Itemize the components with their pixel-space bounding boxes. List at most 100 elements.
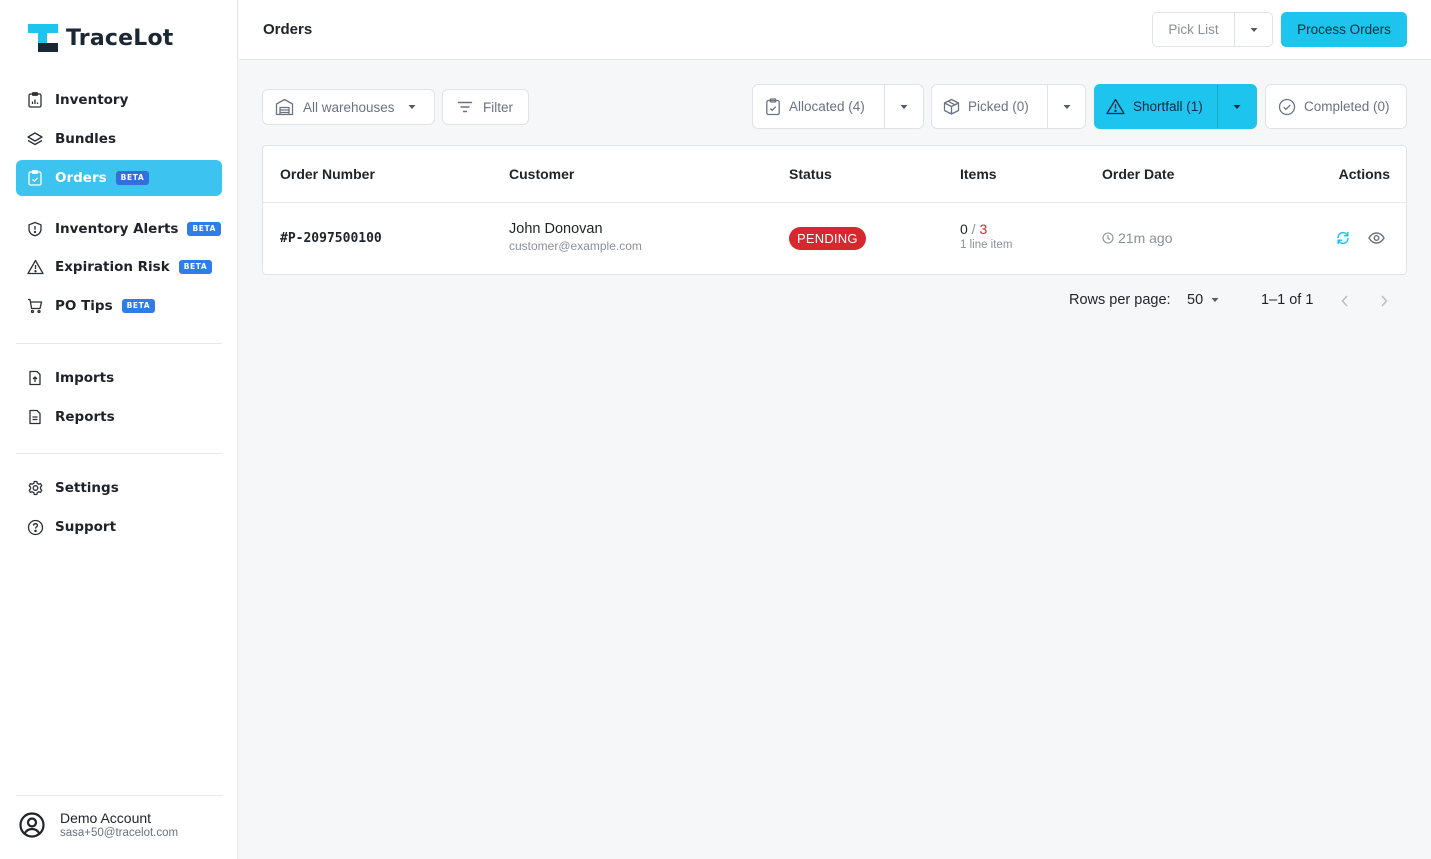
view-icon[interactable]	[1368, 232, 1385, 244]
caret-down-icon	[1233, 104, 1241, 109]
sidebar-item-label: Inventory	[55, 92, 129, 108]
file-text-icon	[26, 408, 44, 426]
beta-badge: BETA	[178, 260, 213, 274]
process-orders-button[interactable]: Process Orders	[1281, 12, 1407, 47]
account-menu[interactable]: Demo Account sasa+50@tracelot.com	[18, 810, 178, 840]
chevron-left-icon	[1341, 295, 1348, 307]
sidebar-item-label: Expiration Risk	[55, 259, 170, 275]
allocated-dropdown-button[interactable]	[885, 85, 923, 128]
page-title: Orders	[263, 21, 313, 38]
clock-icon	[1102, 232, 1114, 244]
sidebar-item-inventory-alerts[interactable]: Inventory Alerts BETA	[16, 211, 222, 247]
allocated-tab[interactable]: Allocated (4)	[753, 85, 884, 128]
sidebar-item-label: Orders	[55, 170, 107, 186]
warehouse-label: All warehouses	[303, 99, 395, 115]
warning-icon	[26, 258, 44, 276]
order-number: #P-2097500100	[280, 231, 382, 246]
sidebar-item-reports[interactable]: Reports	[16, 399, 222, 435]
shortfall-tab[interactable]: Shortfall (1)	[1095, 85, 1217, 128]
beta-badge: BETA	[115, 171, 150, 185]
sidebar-item-label: Settings	[55, 480, 119, 496]
shortfall-label: Shortfall (1)	[1133, 99, 1203, 114]
allocated-status-tab: Allocated (4)	[752, 84, 924, 129]
sidebar-item-label: PO Tips	[55, 298, 113, 314]
warehouse-icon	[275, 98, 294, 116]
sidebar-item-orders[interactable]: Orders BETA	[16, 160, 222, 196]
warning-icon	[1106, 98, 1125, 115]
sidebar-item-label: Imports	[55, 370, 115, 386]
rows-per-page-value: 50	[1187, 292, 1204, 308]
filter-label: Filter	[483, 99, 513, 115]
items-count: 0 / 3	[960, 221, 1012, 237]
chevron-right-icon	[1381, 295, 1388, 307]
pick-list-dropdown-button[interactable]	[1235, 13, 1272, 46]
rows-per-page-select[interactable]: 50	[1187, 292, 1220, 308]
beta-badge: BETA	[187, 222, 222, 236]
picked-status-tab: Picked (0)	[931, 84, 1086, 129]
line-item-count: 1 line item	[960, 239, 1013, 251]
pick-list-button[interactable]: Pick List	[1153, 13, 1235, 46]
column-header[interactable]: Status	[789, 166, 832, 182]
column-header[interactable]: Items	[960, 166, 997, 182]
topbar: Orders Pick List Process Orders	[239, 0, 1431, 60]
allocated-label: Allocated (4)	[789, 99, 865, 114]
completed-status-tab[interactable]: Completed (0)	[1265, 84, 1407, 129]
filter-button[interactable]: Filter	[442, 89, 529, 125]
caret-down-icon	[900, 104, 908, 109]
sidebar-item-po-tips[interactable]: PO Tips BETA	[16, 288, 222, 324]
file-upload-icon	[26, 369, 44, 387]
column-header[interactable]: Order Number	[280, 166, 375, 182]
clipboard-check-icon	[765, 97, 781, 116]
sidebar-item-inventory[interactable]: Inventory	[16, 82, 222, 118]
column-header[interactable]: Customer	[509, 166, 574, 182]
sidebar-item-bundles[interactable]: Bundles	[16, 121, 222, 157]
caret-down-icon	[1211, 298, 1219, 302]
inventory-icon	[26, 91, 44, 109]
customer-name: John Donovan	[509, 221, 603, 237]
sidebar-item-label: Support	[55, 519, 117, 535]
customer-cell: John Donovan customer@example.com	[509, 221, 642, 253]
caret-down-icon	[1250, 27, 1257, 32]
pick-list-split-button: Pick List	[1152, 12, 1273, 47]
account-name: Demo Account	[60, 810, 152, 826]
clipboard-icon	[26, 169, 44, 187]
warehouse-select[interactable]: All warehouses	[262, 89, 435, 125]
sidebar-item-label: Inventory Alerts	[55, 221, 179, 237]
help-icon	[26, 518, 44, 536]
prev-page-button[interactable]	[1340, 294, 1350, 312]
picked-dropdown-button[interactable]	[1048, 85, 1085, 128]
sidebar-item-support[interactable]: Support	[16, 509, 222, 545]
layers-icon	[26, 130, 44, 148]
column-header[interactable]: Order Date	[1102, 166, 1174, 182]
sidebar-item-settings[interactable]: Settings	[16, 470, 222, 506]
account-email: sasa+50@tracelot.com	[60, 827, 179, 839]
caret-down-icon	[408, 105, 416, 109]
shield-alert-icon	[26, 220, 44, 238]
items-separator: /	[967, 221, 980, 237]
gear-icon	[26, 479, 44, 497]
next-page-button[interactable]	[1379, 294, 1389, 312]
logo-mark-icon	[28, 24, 58, 52]
sidebar-divider	[16, 795, 222, 796]
column-header: Actions	[1338, 166, 1390, 182]
sidebar-item-imports[interactable]: Imports	[16, 360, 222, 396]
rows-per-page-label: Rows per page:	[1069, 292, 1171, 308]
orders-table: Order Number Customer Status Items Order…	[262, 145, 1407, 275]
sidebar-divider	[16, 343, 222, 344]
picked-tab[interactable]: Picked (0)	[932, 85, 1047, 128]
user-avatar-icon	[18, 811, 46, 839]
shortfall-status-tab: Shortfall (1)	[1094, 84, 1257, 129]
table-row[interactable]: #P-2097500100 John Donovan customer@exam…	[263, 203, 1406, 274]
refresh-icon[interactable]	[1336, 231, 1350, 245]
status-badge: PENDING	[789, 227, 866, 250]
sidebar: TraceLot Inventory Bundles Orders BETA I…	[0, 0, 238, 859]
app-logo[interactable]: TraceLot	[28, 24, 174, 52]
box-icon	[943, 98, 960, 115]
sidebar-item-expiration-risk[interactable]: Expiration Risk BETA	[16, 249, 222, 285]
sidebar-divider	[16, 453, 222, 454]
cart-icon	[26, 297, 44, 315]
picked-label: Picked (0)	[968, 99, 1029, 114]
shortfall-dropdown-button[interactable]	[1218, 85, 1256, 128]
pagination-range: 1–1 of 1	[1261, 292, 1314, 308]
items-cell: 0 / 3 1 line item	[960, 221, 1012, 251]
